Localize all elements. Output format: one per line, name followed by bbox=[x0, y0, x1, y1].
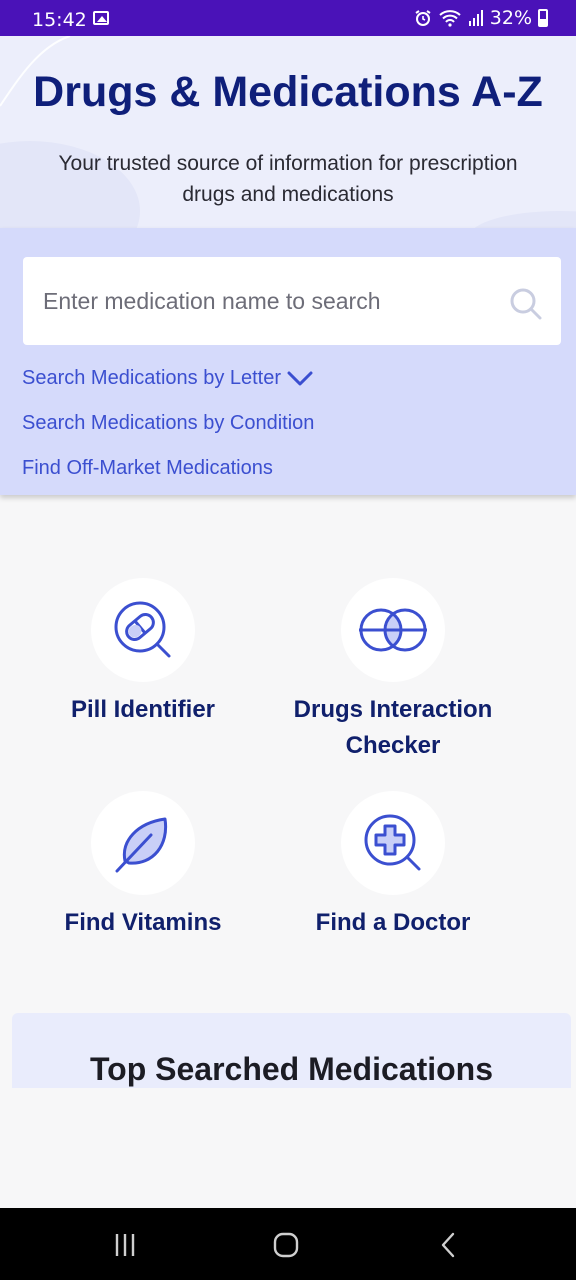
medical-cross-search-icon bbox=[364, 814, 421, 871]
battery-icon bbox=[538, 9, 548, 27]
search-panel: Search Medications by Letter Search Medi… bbox=[0, 228, 576, 495]
search-by-letter-label: Search Medications by Letter bbox=[22, 367, 282, 389]
recent-apps-button[interactable] bbox=[105, 1230, 145, 1260]
gallery-notification-icon bbox=[93, 11, 109, 25]
find-vitamins-tile[interactable]: Find Vitamins bbox=[18, 791, 268, 941]
find-vitamins-icon-circle bbox=[91, 791, 195, 895]
search-input[interactable] bbox=[41, 257, 501, 345]
chevron-down-icon[interactable] bbox=[287, 371, 313, 387]
recent-apps-icon bbox=[115, 1234, 135, 1256]
find-doctor-tile[interactable]: Find a Doctor bbox=[268, 791, 518, 941]
search-box[interactable] bbox=[23, 257, 561, 345]
drug-interaction-checker-tile[interactable]: Drugs Interaction Checker bbox=[268, 578, 518, 764]
home-icon bbox=[273, 1232, 299, 1258]
page-title: Drugs & Medications A-Z bbox=[33, 68, 543, 116]
wifi-icon bbox=[439, 10, 461, 27]
interaction-checker-icon-circle bbox=[341, 578, 445, 682]
page-subtitle: Your trusted source of information for p… bbox=[58, 152, 518, 206]
search-by-condition-link[interactable]: Search Medications by Condition bbox=[22, 412, 314, 435]
leaf-icon bbox=[115, 817, 168, 873]
find-doctor-icon-circle bbox=[341, 791, 445, 895]
header: Drugs & Medications A-Z Your trusted sou… bbox=[0, 36, 576, 228]
signal-icon bbox=[468, 10, 483, 26]
pill-identifier-tile[interactable]: Pill Identifier bbox=[18, 578, 268, 728]
drug-interaction-checker-label: Drugs Interaction Checker bbox=[293, 696, 493, 759]
off-market-medications-link[interactable]: Find Off-Market Medications bbox=[22, 457, 273, 480]
pill-identifier-label: Pill Identifier bbox=[70, 696, 216, 723]
status-time: 15:42 bbox=[32, 9, 87, 31]
battery-percent: 32% bbox=[489, 7, 532, 29]
status-bar: 15:42 32% bbox=[0, 0, 576, 36]
find-doctor-label: Find a Doctor bbox=[315, 909, 471, 936]
find-vitamins-label: Find Vitamins bbox=[64, 909, 222, 936]
system-navigation-bar bbox=[0, 1208, 576, 1280]
home-button[interactable] bbox=[266, 1230, 306, 1260]
top-searched-title: Top Searched Medications bbox=[89, 1051, 494, 1087]
back-icon bbox=[441, 1232, 455, 1258]
search-icon[interactable] bbox=[509, 287, 543, 321]
top-searched-section: Top Searched Medications bbox=[12, 1013, 571, 1088]
interaction-circles-icon bbox=[359, 608, 427, 652]
search-by-letter-link[interactable]: Search Medications by Letter bbox=[22, 367, 313, 390]
alarm-icon bbox=[415, 10, 431, 26]
back-button[interactable] bbox=[428, 1230, 468, 1260]
pill-identifier-icon-circle bbox=[91, 578, 195, 682]
pill-search-icon bbox=[114, 601, 171, 658]
